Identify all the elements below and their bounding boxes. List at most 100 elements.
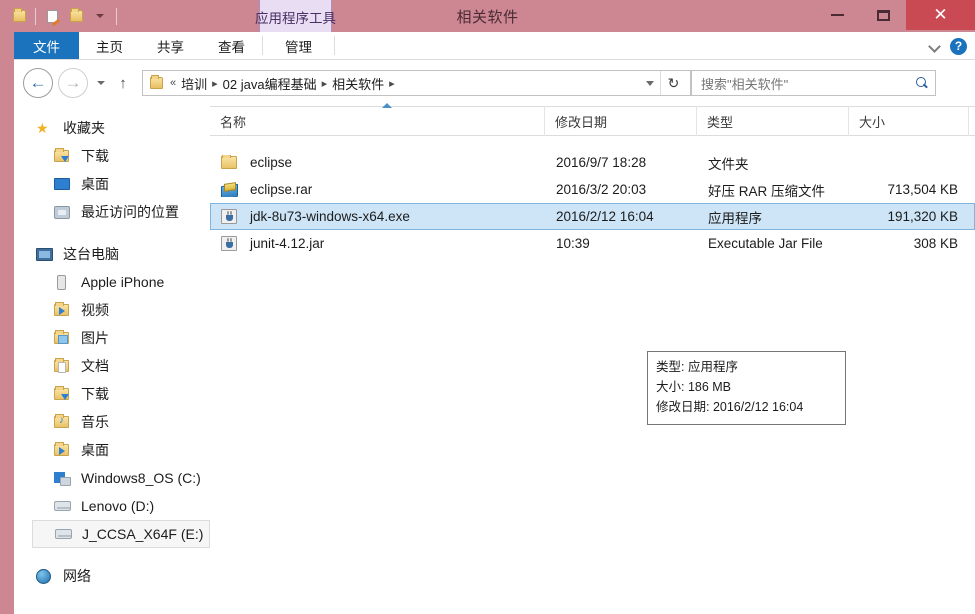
documents-folder-icon: [54, 358, 74, 373]
properties-button[interactable]: [41, 4, 63, 28]
new-folder-icon: [69, 8, 83, 22]
maximize-button[interactable]: [860, 0, 906, 30]
sidebar-item-label: 网络: [63, 568, 91, 584]
up-button[interactable]: ↑: [112, 75, 134, 92]
minimize-button[interactable]: [814, 0, 860, 30]
sidebar-item-downloads-pc[interactable]: 下载: [14, 380, 210, 408]
file-type-cell: 好压 RAR 压缩文件: [708, 183, 826, 199]
folder-icon: [150, 75, 163, 89]
search-input[interactable]: 搜索"相关软件": [691, 70, 936, 96]
sidebar-item-downloads[interactable]: 下载: [14, 142, 210, 170]
file-list-pane[interactable]: 名称 修改日期 类型 大小 eclipse 2016/9/7 18:28 文件夹…: [210, 103, 975, 614]
file-size-cell: 191,320 KB: [887, 209, 958, 224]
file-name-cell[interactable]: eclipse.rar: [211, 182, 546, 197]
tooltip-size: 大小: 186 MB: [656, 380, 732, 394]
file-name-cell[interactable]: jdk-8u73-windows-x64.exe: [211, 209, 546, 224]
breadcrumb-separator-2[interactable]: ▸: [320, 77, 330, 90]
column-header-name[interactable]: 名称: [210, 106, 545, 136]
breadcrumb-separator-1[interactable]: ▸: [210, 77, 220, 90]
tab-manage[interactable]: 管理: [263, 32, 334, 59]
column-header-date[interactable]: 修改日期: [545, 106, 697, 136]
tab-home[interactable]: 主页: [79, 32, 140, 59]
sidebar-item-pictures[interactable]: 图片: [14, 324, 210, 352]
refresh-button[interactable]: ↻: [660, 71, 686, 95]
sort-ascending-icon: [382, 103, 392, 108]
file-tooltip: 类型: 应用程序 大小: 186 MB 修改日期: 2016/2/12 16:0…: [647, 351, 846, 425]
breadcrumb-item-2[interactable]: 02 java编程基础: [220, 74, 320, 93]
help-icon[interactable]: ?: [950, 37, 967, 55]
sidebar-item-this-pc[interactable]: 这台电脑: [14, 240, 210, 268]
customize-qat-button[interactable]: [89, 4, 111, 28]
breadcrumb-item-1[interactable]: 培训: [178, 74, 210, 93]
table-row[interactable]: eclipse 2016/9/7 18:28 文件夹: [210, 149, 975, 176]
sidebar-item-drive-d[interactable]: Lenovo (D:): [14, 492, 210, 520]
forward-button[interactable]: →: [58, 68, 88, 98]
sidebar-item-apple-iphone[interactable]: Apple iPhone: [14, 268, 210, 296]
star-icon: ★: [36, 119, 49, 136]
sidebar-item-label: Apple iPhone: [81, 274, 165, 290]
folder-icon: [221, 155, 243, 169]
properties-icon: [46, 9, 58, 23]
file-name-cell[interactable]: junit-4.12.jar: [211, 236, 546, 251]
tab-file[interactable]: 文件: [14, 32, 79, 59]
downloads-folder-icon: [54, 148, 74, 162]
tab-view[interactable]: 查看: [201, 32, 262, 59]
table-row[interactable]: jdk-8u73-windows-x64.exe 2016/2/12 16:04…: [210, 203, 975, 230]
column-header-type[interactable]: 类型: [697, 106, 849, 136]
phone-icon: [54, 274, 74, 290]
file-date-cell: 2016/2/12 16:04: [556, 209, 654, 224]
breadcrumb[interactable]: « 培训 ▸ 02 java编程基础 ▸ 相关软件 ▸ ↻: [142, 70, 691, 96]
close-button[interactable]: ✕: [906, 0, 975, 30]
new-folder-button[interactable]: [65, 4, 87, 28]
system-menu-folder-icon[interactable]: [8, 4, 30, 28]
sidebar-item-label: 这台电脑: [63, 246, 119, 262]
back-button[interactable]: ←: [23, 68, 53, 98]
sidebar-item-label: 最近访问的位置: [81, 204, 179, 220]
breadcrumb-separator-3[interactable]: ▸: [387, 77, 397, 90]
sidebar-item-label: 文档: [81, 358, 109, 374]
sidebar-item-desktop[interactable]: 桌面: [14, 170, 210, 198]
desktop-folder-icon: [54, 442, 74, 456]
windows-drive-icon: [54, 471, 74, 486]
sidebar-item-label: 下载: [81, 386, 109, 402]
table-row[interactable]: junit-4.12.jar 10:39 Executable Jar File…: [210, 230, 975, 257]
sidebar-item-favorites[interactable]: ★ 收藏夹: [14, 114, 210, 142]
ribbon-tabs: 文件 主页 共享 查看 管理: [14, 32, 975, 60]
window-frame-left: [0, 32, 14, 614]
file-date-cell: 10:39: [556, 236, 590, 251]
chevron-down-icon[interactable]: [929, 41, 940, 52]
sidebar-item-recent-places[interactable]: 最近访问的位置: [14, 198, 210, 226]
address-bar: ← → ↑ « 培训 ▸ 02 java编程基础 ▸ 相关软件 ▸ ↻ 搜索"相…: [14, 60, 975, 106]
sidebar-item-drive-c[interactable]: Windows8_OS (C:): [14, 464, 210, 492]
sidebar-item-documents[interactable]: 文档: [14, 352, 210, 380]
search-placeholder: 搜索"相关软件": [701, 76, 789, 92]
sidebar-item-drive-e[interactable]: J_CCSA_X64F (E:): [32, 520, 210, 548]
ribbon-right-controls: ?: [929, 32, 967, 60]
sidebar-item-network[interactable]: 网络: [14, 562, 210, 590]
sidebar-item-label: 桌面: [81, 176, 109, 192]
sidebar-item-label: 下载: [81, 148, 109, 164]
explorer-window: 相关软件 应用程序工具 ✕ 文件 主页 共享 查看 管理 ? ← → ↑ « 培…: [0, 0, 975, 614]
navigation-pane[interactable]: ★ 收藏夹 下载 桌面 最近访问的位置 这台电脑 Apple iPhone 视频…: [14, 106, 210, 614]
tooltip-type: 类型: 应用程序: [656, 360, 738, 374]
breadcrumb-item-3[interactable]: 相关软件: [329, 74, 387, 93]
sidebar-item-videos[interactable]: 视频: [14, 296, 210, 324]
recent-places-icon: [54, 205, 74, 219]
file-type-cell: Executable Jar File: [708, 236, 823, 251]
tab-share[interactable]: 共享: [140, 32, 201, 59]
file-name-cell[interactable]: eclipse: [211, 155, 546, 170]
contextual-tab-header[interactable]: 应用程序工具: [255, 0, 336, 34]
table-row[interactable]: eclipse.rar 2016/3/2 20:03 好压 RAR 压缩文件 7…: [210, 176, 975, 203]
breadcrumb-overflow[interactable]: «: [168, 77, 178, 89]
history-dropdown-button[interactable]: [92, 81, 110, 85]
column-headers: 名称 修改日期 类型 大小: [210, 103, 975, 136]
address-dropdown-button[interactable]: [640, 71, 660, 95]
sidebar-item-music[interactable]: 音乐: [14, 408, 210, 436]
tooltip-date: 修改日期: 2016/2/12 16:04: [656, 400, 804, 414]
search-icon[interactable]: [916, 76, 929, 90]
qat-divider-2: [116, 7, 117, 25]
file-type-cell: 文件夹: [708, 156, 749, 172]
column-header-size[interactable]: 大小: [849, 106, 969, 136]
sidebar-item-desktop-pc[interactable]: 桌面: [14, 436, 210, 464]
